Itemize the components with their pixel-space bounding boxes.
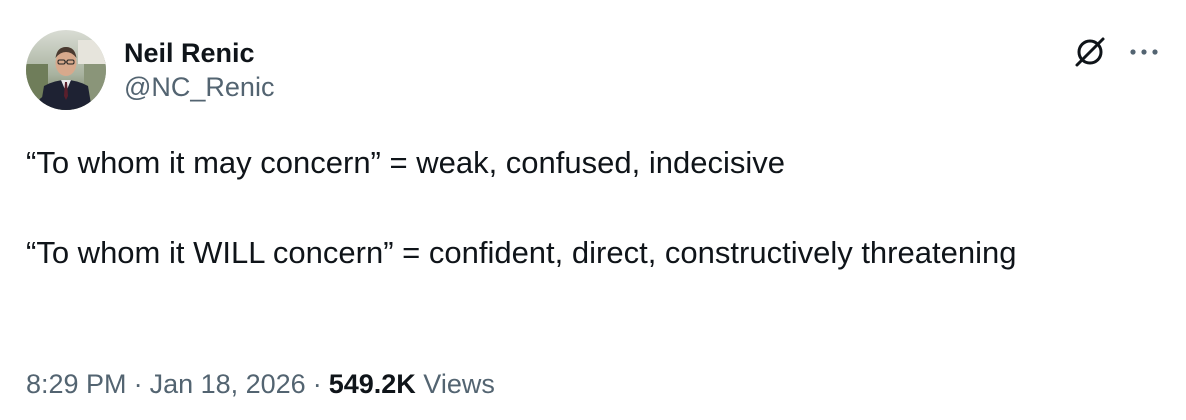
tweet-time[interactable]: 8:29 PM <box>26 369 127 399</box>
views-count: 549.2K <box>328 369 416 399</box>
author-display-name[interactable]: Neil Renic <box>124 36 274 70</box>
more-horizontal-icon[interactable] <box>1124 32 1164 72</box>
tweet-card: Neil Renic @NC_Renic “To whom it may con… <box>0 0 1186 420</box>
tweet-actions <box>1070 30 1164 74</box>
tweet-text: “To whom it may concern” = weak, confuse… <box>26 140 1156 275</box>
tweet-header: Neil Renic @NC_Renic <box>26 30 274 110</box>
meta-separator: · <box>133 369 143 399</box>
grok-icon[interactable] <box>1070 32 1110 72</box>
tweet-meta: 8:29 PM · Jan 18, 2026 · 549.2K Views <box>26 364 495 404</box>
tweet-paragraph: “To whom it may concern” = weak, confuse… <box>26 145 785 180</box>
meta-separator: · <box>312 369 322 399</box>
profile-photo-icon <box>26 30 106 110</box>
views-label: Views <box>423 369 495 399</box>
tweet-paragraph: “To whom it WILL concern” = confident, d… <box>26 235 1017 270</box>
author-identity: Neil Renic @NC_Renic <box>124 30 274 110</box>
tweet-date[interactable]: Jan 18, 2026 <box>150 369 306 399</box>
grok-glyph-icon <box>1075 37 1105 67</box>
author-handle[interactable]: @NC_Renic <box>124 70 274 104</box>
more-dots-icon <box>1130 49 1158 55</box>
avatar[interactable] <box>26 30 106 110</box>
